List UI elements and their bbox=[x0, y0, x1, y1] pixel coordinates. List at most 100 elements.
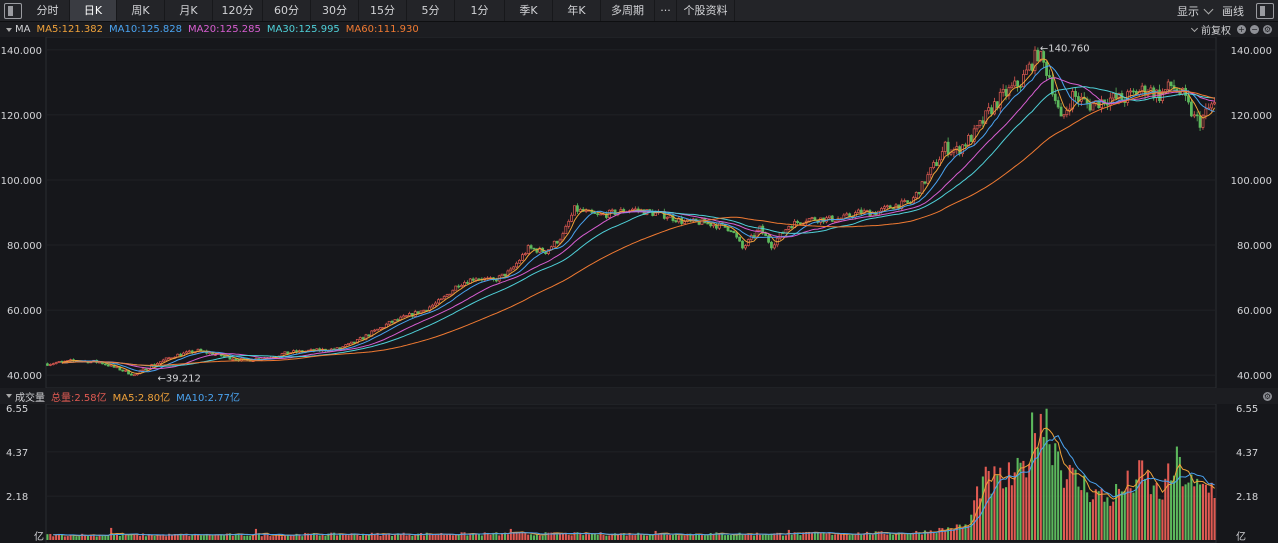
volume-bar bbox=[570, 535, 573, 540]
volume-bar bbox=[799, 535, 802, 540]
volume-bar bbox=[784, 535, 787, 540]
tab-7[interactable]: 15分 bbox=[359, 0, 407, 21]
volume-bar bbox=[651, 534, 654, 540]
volume-bar bbox=[199, 535, 202, 540]
adjust-selector[interactable]: 前复权 bbox=[1201, 22, 1231, 37]
candle-body bbox=[144, 368, 148, 371]
settings-icon[interactable]: ⚙ bbox=[1263, 25, 1272, 34]
volume-bar bbox=[446, 534, 449, 540]
volume-bar bbox=[101, 535, 104, 540]
volume-bar bbox=[66, 536, 69, 540]
adjust-chevron-icon[interactable] bbox=[1190, 24, 1199, 32]
candle-body bbox=[442, 296, 446, 300]
tab-0[interactable]: 分时 bbox=[26, 0, 70, 21]
tab-14[interactable]: 个股资料 bbox=[677, 0, 735, 21]
candle-body bbox=[283, 351, 287, 355]
volume-bar bbox=[645, 535, 648, 540]
volume-bar bbox=[367, 535, 370, 540]
volume-bar bbox=[1161, 499, 1164, 540]
volume-ma5: MA5:2.80亿 bbox=[112, 392, 171, 404]
volume-bar bbox=[764, 534, 767, 540]
volume-bar bbox=[616, 534, 620, 540]
display-menu-button[interactable]: 显示 bbox=[1177, 3, 1199, 19]
tab-3[interactable]: 月K bbox=[165, 0, 213, 21]
volume-bar bbox=[113, 534, 116, 540]
candle-body bbox=[799, 222, 802, 225]
candle-body bbox=[1204, 108, 1208, 117]
tab-13[interactable]: ··· bbox=[655, 0, 677, 21]
volume-bar bbox=[1060, 470, 1063, 540]
candle-body bbox=[1030, 63, 1034, 71]
volume-bar bbox=[1007, 462, 1010, 540]
tab-5[interactable]: 60分 bbox=[263, 0, 311, 21]
candle-body bbox=[1022, 74, 1025, 88]
ma60-line bbox=[61, 90, 1215, 366]
tab-9[interactable]: 1分 bbox=[455, 0, 505, 21]
candle-body bbox=[964, 144, 967, 147]
volume-bar bbox=[758, 534, 761, 540]
tab-2[interactable]: 周K bbox=[117, 0, 165, 21]
volume-settings-icon[interactable]: ⚙ bbox=[1263, 391, 1272, 401]
tab-10[interactable]: 季K bbox=[505, 0, 553, 21]
collapse-icon[interactable] bbox=[6, 27, 12, 32]
price-tick-left: 100.000 bbox=[1, 176, 42, 187]
panel-toggle-icon[interactable] bbox=[1256, 2, 1274, 19]
candle-body bbox=[1091, 103, 1095, 111]
candle-body bbox=[1178, 91, 1182, 95]
volume-bar bbox=[527, 534, 530, 540]
indicator-name[interactable]: MA bbox=[15, 24, 30, 35]
candle-body bbox=[350, 341, 353, 344]
remove-indicator-icon[interactable]: − bbox=[1250, 25, 1259, 34]
volume-indicator-name[interactable]: 成交量 bbox=[15, 389, 45, 404]
candle-body bbox=[106, 364, 110, 367]
tab-4[interactable]: 120分 bbox=[213, 0, 263, 21]
volume-bar bbox=[1106, 497, 1109, 540]
volume-bar bbox=[489, 534, 492, 540]
tab-6[interactable]: 30分 bbox=[311, 0, 359, 21]
volume-bar bbox=[260, 536, 263, 540]
volume-bar bbox=[202, 535, 205, 540]
candle-body bbox=[1106, 103, 1109, 106]
volume-bar bbox=[249, 535, 252, 540]
volume-bar bbox=[1080, 490, 1083, 540]
volume-bar bbox=[1002, 488, 1005, 540]
volume-collapse-icon[interactable] bbox=[6, 394, 12, 398]
chevron-down-icon[interactable] bbox=[1203, 4, 1214, 14]
tab-12[interactable]: 多周期 bbox=[601, 0, 655, 21]
candle-body bbox=[680, 217, 684, 224]
candle-body bbox=[208, 352, 212, 355]
price-tick-right: 120.000 bbox=[1231, 111, 1272, 122]
sidebar-toggle-icon[interactable] bbox=[4, 2, 22, 19]
ma60-value: MA60:111.930 bbox=[345, 24, 419, 35]
volume-bar bbox=[819, 533, 822, 540]
price-tick-right: 100.000 bbox=[1231, 176, 1272, 187]
add-indicator-icon[interactable]: + bbox=[1237, 25, 1246, 34]
volume-bar bbox=[741, 535, 744, 540]
volume-bar bbox=[63, 536, 66, 540]
candle-body bbox=[564, 225, 568, 234]
tab-11[interactable]: 年K bbox=[553, 0, 601, 21]
draw-line-button[interactable]: 画线 bbox=[1222, 3, 1244, 19]
candle-body bbox=[555, 240, 559, 244]
volume-bar bbox=[1199, 484, 1202, 540]
volume-bar bbox=[810, 532, 814, 540]
candle-body bbox=[819, 217, 823, 223]
tab-1[interactable]: 日K bbox=[70, 0, 117, 21]
volume-bar bbox=[1172, 475, 1176, 540]
volume-bar bbox=[1120, 491, 1123, 540]
candle-body bbox=[700, 218, 704, 225]
volume-bar bbox=[935, 533, 938, 540]
tab-8[interactable]: 5分 bbox=[407, 0, 455, 21]
volume-bar bbox=[52, 536, 55, 540]
volume-bar bbox=[1068, 464, 1071, 540]
candle-body bbox=[115, 366, 119, 369]
candle-body bbox=[1056, 100, 1060, 108]
volume-tick-right: 6.55 bbox=[1236, 404, 1258, 415]
candle-body bbox=[978, 120, 982, 126]
volume-chart[interactable]: 6.55 6.55 4.37 4.37 2.18 2.18 亿 亿 bbox=[0, 404, 1278, 543]
candle-body bbox=[1045, 61, 1048, 76]
volume-bar bbox=[1019, 462, 1022, 540]
candle-body bbox=[1036, 49, 1040, 62]
price-chart[interactable]: 140.000 140.000 120.000 120.000 100.000 100.0… bbox=[0, 37, 1278, 388]
volume-bar bbox=[399, 534, 402, 540]
